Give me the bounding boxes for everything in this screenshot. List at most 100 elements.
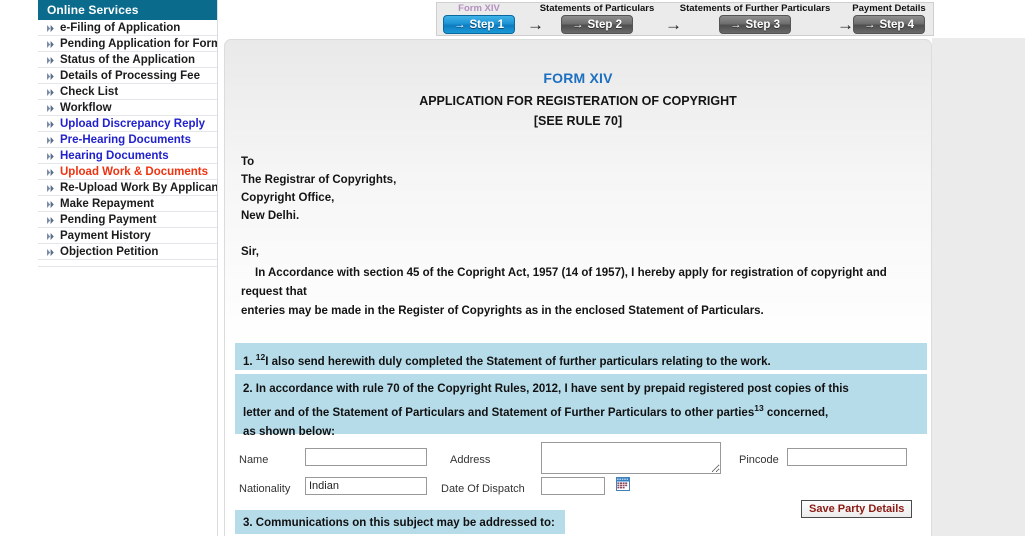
- arrow-right-icon: →: [729, 19, 742, 31]
- sidebar: Online Services e-Filing of Application P…: [38, 0, 218, 536]
- chevron-right-icon: [47, 217, 54, 224]
- sidebar-item-label: Payment History: [60, 230, 151, 242]
- party-details-fields: Name Address Pincode Nationality Date Of…: [235, 442, 921, 518]
- declaration-line-2: enteries may be made in the Register of …: [241, 305, 764, 317]
- sidebar-item-label: Re-Upload Work By Applicant: [60, 182, 217, 194]
- chevron-right-icon: [47, 233, 54, 240]
- form-content-panel: FORM XIV APPLICATION FOR REGISTERATION O…: [224, 39, 932, 536]
- step-1-button[interactable]: → Step 1: [443, 15, 515, 34]
- clause-2-line-2: letter and of the Statement of Particula…: [243, 399, 919, 423]
- arrow-right-icon: →: [571, 19, 584, 31]
- sidebar-item-label: Pending Application for FormXIV: [60, 38, 217, 50]
- page-title: FORM XIV: [543, 70, 613, 86]
- sidebar-item-6[interactable]: Upload Discrepancy Reply: [38, 116, 217, 132]
- save-party-details-button[interactable]: Save Party Details: [801, 500, 913, 518]
- address-line-1: The Registrar of Copyrights,: [241, 174, 397, 186]
- sidebar-item-label: Objection Petition: [60, 246, 159, 258]
- page-subtitle: APPLICATION FOR REGISTERATION OF COPYRIG…: [419, 94, 737, 108]
- chevron-right-icon: [47, 73, 54, 80]
- step-separator-3: →: [837, 15, 854, 34]
- step-separator-2: →: [665, 15, 682, 34]
- step-list: Form XIV → Step 1 Statements of Particulars…: [437, 3, 933, 35]
- step-4: Payment Details → Step 4: [799, 3, 979, 34]
- chevron-right-icon: [47, 169, 54, 176]
- page-root: Online Services e-Filing of Application P…: [0, 0, 1025, 536]
- sidebar-item-label: Check List: [60, 86, 119, 98]
- chevron-right-icon: [47, 121, 54, 128]
- chevron-right-icon: [47, 57, 54, 64]
- sidebar-item-5[interactable]: Workflow: [38, 100, 217, 116]
- clause-3: 3. Communications on this subject may be…: [235, 510, 565, 534]
- sidebar-item-7[interactable]: Pre-Hearing Documents: [38, 132, 217, 148]
- sidebar-item-9[interactable]: Upload Work & Documents: [38, 164, 217, 180]
- clause-2-line-2-a: letter and of the Statement of Particula…: [243, 406, 755, 419]
- chevron-right-icon: [47, 153, 54, 160]
- clause-1: 1. 12I also send herewith duly completed…: [235, 343, 927, 370]
- sidebar-item-1[interactable]: Pending Application for FormXIV: [38, 36, 217, 52]
- chevron-right-icon: [47, 25, 54, 32]
- sidebar-menu: e-Filing of Application Pending Applicati…: [38, 20, 217, 260]
- step-3-button[interactable]: → Step 3: [719, 15, 791, 34]
- sidebar-item-13[interactable]: Payment History: [38, 228, 217, 244]
- address-line-3: New Delhi.: [241, 210, 300, 222]
- chevron-right-icon: [47, 201, 54, 208]
- left-margin-strip: [0, 0, 38, 536]
- party-nationality-label: Nationality: [239, 483, 291, 495]
- declaration-line-1: In Accordance with section 45 of the Cop…: [241, 267, 887, 298]
- sidebar-item-11[interactable]: Make Repayment: [38, 196, 217, 212]
- party-name-input[interactable]: [305, 448, 427, 466]
- party-dispatch-date-input[interactable]: [541, 477, 605, 495]
- step-separator-1: →: [527, 15, 544, 34]
- clause-1-footnote: 12: [255, 352, 266, 362]
- clause-1-text: I also send herewith duly completed the …: [265, 355, 771, 368]
- sidebar-header: Online Services: [38, 0, 217, 20]
- form-body: FORM XIV APPLICATION FOR REGISTERATION O…: [225, 70, 931, 536]
- rule-reference: [SEE RULE 70]: [533, 114, 623, 128]
- clause-2-line-1: 2. In accordance with rule 70 of the Cop…: [243, 383, 849, 395]
- recipient-address: To The Registrar of Copyrights, Copyrigh…: [235, 153, 921, 225]
- sidebar-item-10[interactable]: Re-Upload Work By Applicant: [38, 180, 217, 196]
- party-pincode-label: Pincode: [739, 454, 779, 466]
- step-3-button-label: Step 3: [745, 19, 780, 31]
- salutation: Sir,: [241, 246, 259, 258]
- clause-2-line-2-b: concerned,: [763, 406, 829, 419]
- step-4-button-label: Step 4: [879, 19, 914, 31]
- step-2-button-label: Step 2: [587, 19, 622, 31]
- party-nationality-input[interactable]: [305, 477, 427, 495]
- address-to: To: [241, 156, 255, 168]
- sidebar-item-4[interactable]: Check List: [38, 84, 217, 100]
- sidebar-item-label: Hearing Documents: [60, 150, 169, 162]
- party-address-textarea[interactable]: [541, 442, 721, 474]
- sidebar-item-label: Pre-Hearing Documents: [60, 134, 192, 146]
- chevron-right-icon: [47, 105, 54, 112]
- sidebar-item-label: Details of Processing Fee: [60, 70, 200, 82]
- party-name-label: Name: [239, 454, 269, 466]
- party-pincode-input[interactable]: [787, 448, 907, 466]
- sidebar-item-label: e-Filing of Application: [60, 22, 181, 34]
- step-progress-bar: Form XIV → Step 1 Statements of Particulars…: [436, 2, 934, 36]
- right-background: [932, 38, 1025, 536]
- sidebar-item-0[interactable]: e-Filing of Application: [38, 20, 217, 36]
- step-4-button[interactable]: → Step 4: [853, 15, 925, 34]
- chevron-right-icon: [47, 137, 54, 144]
- sidebar-item-8[interactable]: Hearing Documents: [38, 148, 217, 164]
- chevron-right-icon: [47, 249, 54, 256]
- arrow-right-icon: →: [863, 19, 876, 31]
- sidebar-item-3[interactable]: Details of Processing Fee: [38, 68, 217, 84]
- chevron-right-icon: [47, 185, 54, 192]
- declaration-paragraph: In Accordance with section 45 of the Cop…: [235, 264, 919, 321]
- step-2-button[interactable]: → Step 2: [561, 15, 633, 34]
- clause-1-number: 1.: [243, 355, 253, 368]
- sidebar-item-2[interactable]: Status of the Application: [38, 52, 217, 68]
- step-1-button-label: Step 1: [469, 19, 504, 31]
- step-4-caption: Payment Details: [852, 3, 926, 14]
- calendar-icon[interactable]: [616, 477, 630, 491]
- clause-2: 2. In accordance with rule 70 of the Cop…: [235, 374, 927, 438]
- sidebar-item-label: Upload Work & Documents: [60, 166, 209, 178]
- sidebar-item-label: Pending Payment: [60, 214, 157, 226]
- arrow-right-icon: →: [453, 19, 466, 31]
- sidebar-item-14[interactable]: Objection Petition: [38, 244, 217, 260]
- sidebar-divider: [38, 260, 217, 267]
- sidebar-item-label: Upload Discrepancy Reply: [60, 118, 206, 130]
- sidebar-item-12[interactable]: Pending Payment: [38, 212, 217, 228]
